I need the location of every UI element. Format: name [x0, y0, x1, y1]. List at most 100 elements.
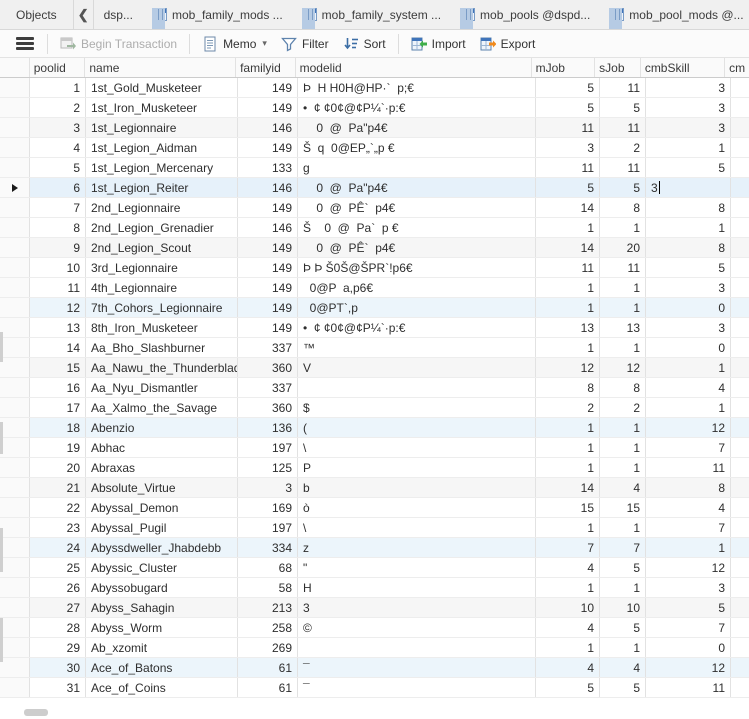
- cell-name[interactable]: 1st_Legion_Reiter: [86, 178, 238, 197]
- cell-name[interactable]: Abyss_Worm: [86, 618, 238, 637]
- memo-button[interactable]: Memo ▾: [195, 32, 274, 56]
- cell-clipped[interactable]: [731, 278, 749, 297]
- row-selector[interactable]: [0, 578, 30, 597]
- cell-cmbskill[interactable]: 3: [646, 98, 731, 117]
- cell-modelid[interactable]: 0 @ Pa"p4€: [298, 178, 536, 197]
- cell-mjob[interactable]: 11: [536, 258, 600, 277]
- cell-sjob[interactable]: 5: [600, 98, 646, 117]
- cell-poolid[interactable]: 29: [30, 638, 86, 657]
- cell-mjob[interactable]: 5: [536, 98, 600, 117]
- cell-name[interactable]: Aa_Bho_Slashburner: [86, 338, 238, 357]
- cell-clipped[interactable]: [731, 518, 749, 537]
- cell-poolid[interactable]: 2: [30, 98, 86, 117]
- cell-modelid[interactable]: P: [298, 458, 536, 477]
- cell-familyid[interactable]: 337: [238, 378, 298, 397]
- column-header-cmbskill[interactable]: cmbSkill: [641, 58, 725, 77]
- tab-mob-pools[interactable]: mob_pools @dspd...: [451, 0, 600, 29]
- cell-familyid[interactable]: 149: [238, 258, 298, 277]
- cell-poolid[interactable]: 16: [30, 378, 86, 397]
- cell-modelid[interactable]: 0@P a,p6€: [298, 278, 536, 297]
- cell-cmbskill[interactable]: 8: [646, 198, 731, 217]
- cell-name[interactable]: 1st_Legion_Mercenary: [86, 158, 238, 177]
- export-button[interactable]: Export: [473, 32, 543, 56]
- cell-name[interactable]: 4th_Legionnaire: [86, 278, 238, 297]
- cell-mjob[interactable]: 4: [536, 658, 600, 677]
- cell-modelid[interactable]: z: [298, 538, 536, 557]
- cell-sjob[interactable]: 11: [600, 78, 646, 97]
- cell-modelid[interactable]: \: [298, 518, 536, 537]
- cell-clipped[interactable]: [731, 678, 749, 697]
- column-header-name[interactable]: name: [85, 58, 236, 77]
- cell-clipped[interactable]: [731, 198, 749, 217]
- cell-name[interactable]: 2nd_Legion_Grenadier: [86, 218, 238, 237]
- cell-familyid[interactable]: 146: [238, 178, 298, 197]
- cell-mjob[interactable]: 1: [536, 578, 600, 597]
- cell-cmbskill[interactable]: 3: [646, 78, 731, 97]
- filter-button[interactable]: Filter: [274, 32, 336, 56]
- cell-cmbskill[interactable]: 3: [646, 318, 731, 337]
- cell-poolid[interactable]: 8: [30, 218, 86, 237]
- cell-clipped[interactable]: [731, 218, 749, 237]
- cell-familyid[interactable]: 360: [238, 358, 298, 377]
- cell-clipped[interactable]: [731, 538, 749, 557]
- cell-sjob[interactable]: 5: [600, 678, 646, 697]
- cell-sjob[interactable]: 11: [600, 158, 646, 177]
- cell-modelid[interactable]: Þ H H0H@HP·` p;€: [298, 78, 536, 97]
- cell-familyid[interactable]: 360: [238, 398, 298, 417]
- cell-name[interactable]: 7th_Cohors_Legionnaire: [86, 298, 238, 317]
- cell-sjob[interactable]: 1: [600, 278, 646, 297]
- tab-objects[interactable]: Objects: [0, 0, 74, 29]
- row-selector[interactable]: [0, 678, 30, 697]
- row-selector[interactable]: [0, 538, 30, 557]
- cell-cmbskill[interactable]: 12: [646, 558, 731, 577]
- cell-clipped[interactable]: [731, 318, 749, 337]
- cell-name[interactable]: 1st_Iron_Musketeer: [86, 98, 238, 117]
- sort-button[interactable]: Sort: [336, 32, 393, 56]
- row-selector[interactable]: [0, 498, 30, 517]
- cell-familyid[interactable]: 146: [238, 118, 298, 137]
- row-selector[interactable]: [0, 658, 30, 677]
- cell-name[interactable]: 2nd_Legion_Scout: [86, 238, 238, 257]
- cell-modelid[interactable]: $: [298, 398, 536, 417]
- cell-modelid[interactable]: 0@PT`,p: [298, 298, 536, 317]
- cell-familyid[interactable]: 197: [238, 438, 298, 457]
- cell-poolid[interactable]: 19: [30, 438, 86, 457]
- cell-familyid[interactable]: 334: [238, 538, 298, 557]
- row-selector[interactable]: [0, 398, 30, 417]
- cell-name[interactable]: Abyss_Sahagin: [86, 598, 238, 617]
- tab-mob-pool-mods[interactable]: mob_pool_mods @...: [600, 0, 749, 29]
- cell-modelid[interactable]: ™: [298, 338, 536, 357]
- cell-modelid[interactable]: ¯: [298, 678, 536, 697]
- cell-modelid[interactable]: • ¢ ¢0¢@¢P¼`·p:€: [298, 318, 536, 337]
- cell-clipped[interactable]: [731, 138, 749, 157]
- cell-mjob[interactable]: 1: [536, 218, 600, 237]
- column-header-poolid[interactable]: poolid: [30, 58, 86, 77]
- cell-sjob[interactable]: 1: [600, 518, 646, 537]
- cell-poolid[interactable]: 3: [30, 118, 86, 137]
- cell-mjob[interactable]: 4: [536, 558, 600, 577]
- cell-familyid[interactable]: 3: [238, 478, 298, 497]
- cell-familyid[interactable]: 58: [238, 578, 298, 597]
- column-header-clipped[interactable]: cm: [725, 58, 749, 77]
- cell-mjob[interactable]: 5: [536, 678, 600, 697]
- cell-poolid[interactable]: 14: [30, 338, 86, 357]
- cell-familyid[interactable]: 146: [238, 218, 298, 237]
- row-selector[interactable]: [0, 78, 30, 97]
- cell-sjob[interactable]: 11: [600, 118, 646, 137]
- cell-familyid[interactable]: 133: [238, 158, 298, 177]
- cell-name[interactable]: Abyssal_Demon: [86, 498, 238, 517]
- cell-mjob[interactable]: 11: [536, 118, 600, 137]
- cell-name[interactable]: Aa_Xalmo_the_Savage: [86, 398, 238, 417]
- column-header-modelid[interactable]: modelid: [296, 58, 532, 77]
- cell-cmbskill[interactable]: 0: [646, 298, 731, 317]
- row-selector[interactable]: [0, 518, 30, 537]
- cell-poolid[interactable]: 18: [30, 418, 86, 437]
- cell-modelid[interactable]: Š 0 @ Pa` p €: [298, 218, 536, 237]
- cell-sjob[interactable]: 12: [600, 358, 646, 377]
- cell-clipped[interactable]: [731, 98, 749, 117]
- cell-mjob[interactable]: 10: [536, 598, 600, 617]
- cell-poolid[interactable]: 17: [30, 398, 86, 417]
- column-header-mjob[interactable]: mJob: [532, 58, 596, 77]
- row-selector[interactable]: [0, 558, 30, 577]
- column-header-familyid[interactable]: familyid: [236, 58, 296, 77]
